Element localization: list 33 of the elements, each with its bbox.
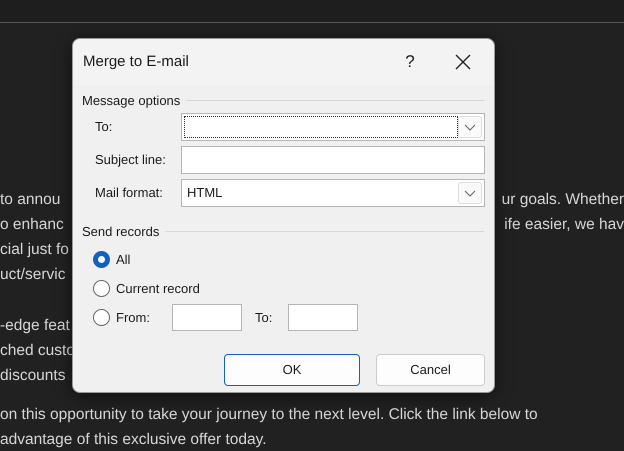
cancel-button[interactable]: Cancel [376,354,485,386]
document-text: ur goals. Whether [502,190,624,210]
input-field[interactable] [172,304,242,331]
dialog-title: Merge to E-mail [83,52,190,72]
field-label: To: [95,118,114,136]
dropdown-field[interactable] [181,113,485,141]
field-label: Subject line: [95,151,167,170]
radio-label[interactable]: From: [116,308,166,328]
field-label: To: [255,308,272,327]
document-text: discounts [0,366,66,386]
document-text: -edge feat [0,316,70,336]
group-label: Message options [82,92,180,110]
radio-button[interactable] [93,309,110,326]
help-button[interactable]: ? [390,49,430,75]
radio-label[interactable]: All [116,250,130,270]
document-text: cial just fo [0,240,69,260]
ok-button[interactable]: OK [224,354,360,386]
chevron-down-icon[interactable] [458,182,482,204]
input-field[interactable] [288,304,358,331]
document-text: advantage of this exclusive offer today. [0,430,267,450]
radio-button[interactable] [93,251,110,268]
dropdown-field[interactable]: HTML [181,179,485,207]
document-text: on this opportunity to take your journey to the next level. Click the link below to [0,405,538,425]
document-text: ife easier, we hav [504,215,624,235]
chevron-down-icon[interactable] [458,116,482,138]
document-text: to annou [0,190,60,210]
document-text: o enhanc [0,215,64,235]
radio-button[interactable] [93,280,110,297]
radio-label[interactable]: Current record [116,278,200,298]
group-label: Send records [82,222,160,240]
field-label: Mail format: [95,184,164,202]
document-text: uct/servic [0,265,66,285]
input-field[interactable] [181,146,485,174]
